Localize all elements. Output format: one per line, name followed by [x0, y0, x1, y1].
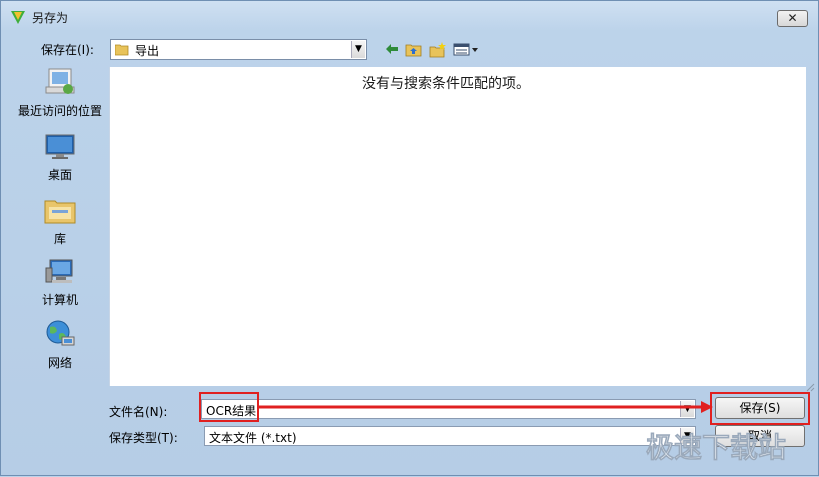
annotation-arrow-icon — [259, 401, 713, 413]
svg-text:极速下载站: 极速下载站 — [646, 431, 786, 464]
save-as-dialog: 另存为 ✕ 保存在(I): 导出 ▼ 最近访问的位置 桌面 库 计算机 网络 没… — [0, 0, 819, 476]
watermark-logo: 极速下载站 — [646, 427, 816, 467]
